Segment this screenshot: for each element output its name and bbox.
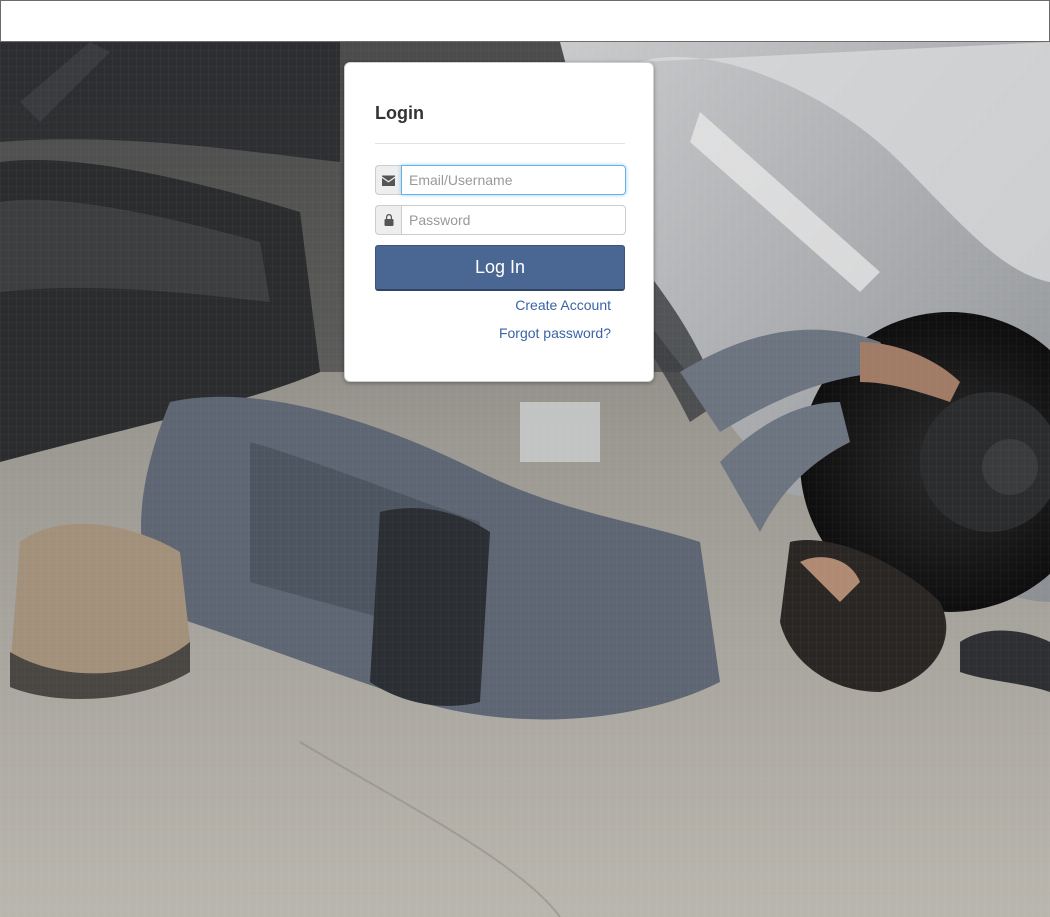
- lock-icon: [375, 205, 401, 235]
- forgot-password-link[interactable]: Forgot password?: [499, 325, 611, 341]
- email-username-input[interactable]: [401, 165, 626, 195]
- envelope-icon: [375, 165, 401, 195]
- log-in-button[interactable]: Log In: [375, 245, 625, 291]
- password-input[interactable]: [401, 205, 626, 235]
- email-field-group: [375, 165, 626, 195]
- password-field-group: [375, 205, 626, 235]
- login-title: Login: [375, 103, 424, 123]
- top-navbar: [0, 0, 1050, 42]
- create-account-link[interactable]: Create Account: [515, 297, 611, 313]
- title-divider: [375, 143, 625, 144]
- login-card: Login Log In Create Account Forgot passw…: [344, 62, 654, 382]
